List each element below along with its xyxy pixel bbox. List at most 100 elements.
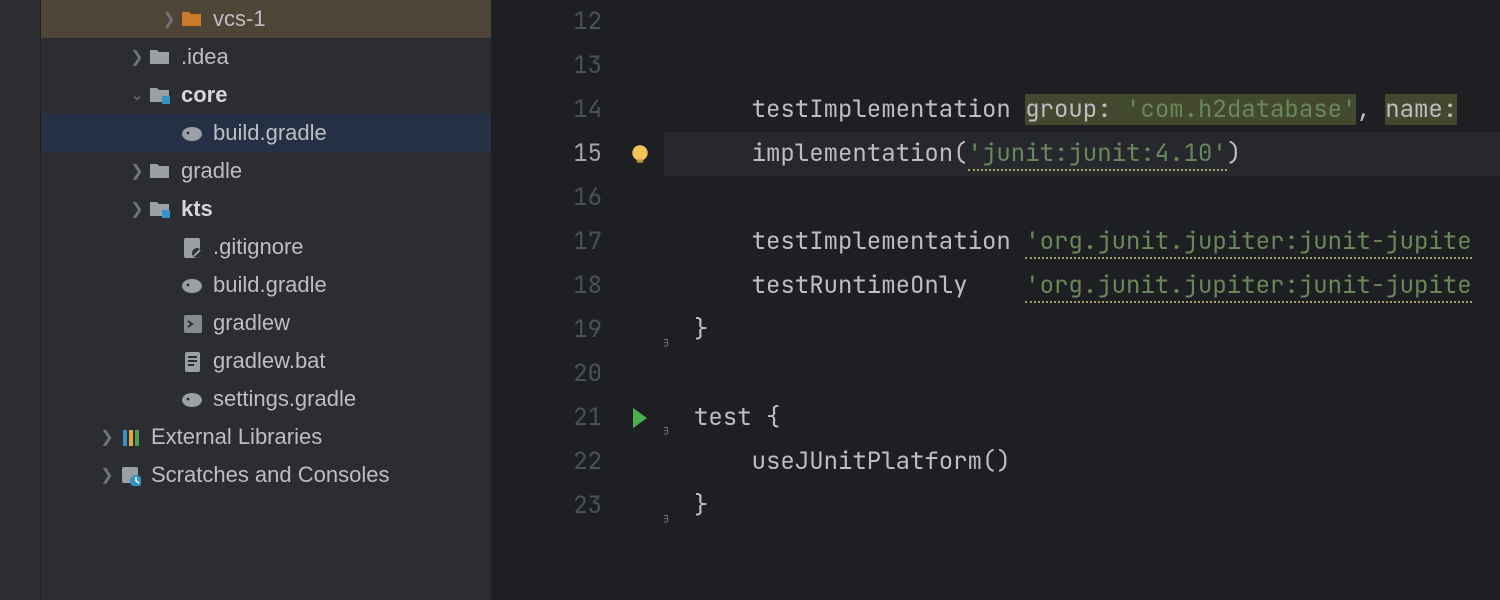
tree-item[interactable]: ❯ vcs-1: [41, 0, 491, 38]
glyph-slot: [616, 176, 664, 220]
tree-item[interactable]: ❯kts: [41, 190, 491, 228]
tree-item-label: vcs-1: [213, 6, 266, 32]
tree-item[interactable]: build.gradle: [41, 266, 491, 304]
code-token: test: [694, 402, 766, 433]
code-line[interactable]: ⊟}: [664, 308, 1500, 352]
line-number: 22: [492, 440, 602, 484]
code-line[interactable]: I: [664, 176, 1500, 220]
line-number: 16: [492, 176, 602, 220]
fold-marker-icon[interactable]: ⊟: [664, 497, 678, 515]
gutter-line[interactable]: 16: [492, 176, 602, 220]
gutter-line[interactable]: 20: [492, 352, 602, 396]
gutter-line[interactable]: 17: [492, 220, 602, 264]
glyph-slot: [616, 0, 664, 44]
code-token: testImplementation: [694, 226, 1025, 257]
gradle-icon: [179, 122, 205, 144]
expand-arrow-icon[interactable]: ❯: [97, 427, 117, 447]
code-token: testImplementation: [694, 94, 1025, 125]
gutter-line[interactable]: 19: [492, 308, 602, 352]
line-number: 14: [492, 88, 602, 132]
glyph-slot: [616, 352, 664, 396]
tree-item-label: gradlew.bat: [213, 348, 326, 374]
code-token: 'junit:junit:4.10': [968, 138, 1227, 171]
line-number: 18: [492, 264, 602, 308]
gradle-icon: [179, 388, 205, 410]
gutter-line[interactable]: 21: [492, 396, 602, 440]
line-number: 13: [492, 44, 602, 88]
code-token: ): [1227, 138, 1241, 169]
gutter-line[interactable]: 12: [492, 0, 602, 44]
tree-item-label: gradle: [181, 158, 242, 184]
gitignore-icon: [179, 236, 205, 258]
tree-item[interactable]: .gitignore: [41, 228, 491, 266]
gutter-line[interactable]: 22: [492, 440, 602, 484]
expand-arrow-icon[interactable]: ❯: [127, 161, 147, 181]
editor-code-area[interactable]: testImplementation group: 'com.h2databas…: [664, 0, 1500, 600]
code-line[interactable]: implementation('junit:junit:4.10'): [664, 132, 1500, 176]
folder-icon: [147, 160, 173, 182]
gutter-line[interactable]: 23: [492, 484, 602, 528]
tree-item-label: settings.gradle: [213, 386, 356, 412]
fold-marker-icon[interactable]: ⊟: [664, 409, 678, 427]
editor[interactable]: 121314151617181920212223 testImplementat…: [492, 0, 1500, 600]
line-number: 15: [492, 132, 602, 176]
code-token: implementation(: [694, 138, 968, 169]
glyph-slot[interactable]: [616, 396, 664, 440]
tree-item[interactable]: ❯External Libraries: [41, 418, 491, 456]
glyph-slot: [616, 308, 664, 352]
tree-item-label: core: [181, 82, 227, 108]
code-token: 'org.junit.jupiter:junit-jupite: [1025, 270, 1471, 303]
tree-item-label: Scratches and Consoles: [151, 462, 389, 488]
expand-arrow-icon[interactable]: ⌄: [127, 85, 147, 105]
code-token: 'com.h2database': [1126, 94, 1356, 125]
code-line[interactable]: testRuntimeOnly 'org.junit.jupiter:junit…: [664, 264, 1500, 308]
tree-item[interactable]: ❯ gradle: [41, 152, 491, 190]
glyph-slot: [616, 440, 664, 484]
tree-item[interactable]: ⌄ core: [41, 76, 491, 114]
gutter-line[interactable]: 15: [492, 132, 602, 176]
line-number: 23: [492, 484, 602, 528]
expand-arrow-icon[interactable]: ❯: [127, 47, 147, 67]
code-token: }: [694, 490, 708, 521]
expand-arrow-icon[interactable]: ❯: [159, 9, 179, 29]
code-line[interactable]: testImplementation 'org.junit.jupiter:ju…: [664, 220, 1500, 264]
editor-gutter[interactable]: 121314151617181920212223: [492, 0, 616, 600]
editor-glyph-margin[interactable]: [616, 0, 664, 600]
code-line[interactable]: [664, 44, 1500, 88]
folder-orange-icon: [179, 8, 205, 30]
gutter-line[interactable]: 14: [492, 88, 602, 132]
project-tree[interactable]: ❯ vcs-1 ❯.idea ⌄ core build.gradle ❯ gradle ❯kts…: [41, 0, 492, 600]
run-gutter-icon[interactable]: [633, 408, 647, 428]
module-icon: [147, 198, 173, 220]
code-line[interactable]: ⊟}: [664, 484, 1500, 528]
glyph-slot[interactable]: [616, 132, 664, 176]
tree-item[interactable]: ❯.idea: [41, 38, 491, 76]
txt-icon: [179, 350, 205, 372]
code-token: group:: [1025, 94, 1126, 125]
tree-item[interactable]: build.gradle: [41, 114, 491, 152]
folder-icon: [147, 46, 173, 68]
code-line[interactable]: [664, 352, 1500, 396]
code-line[interactable]: useJUnitPlatform(): [664, 440, 1500, 484]
code-line[interactable]: [664, 0, 1500, 44]
tree-item-label: build.gradle: [213, 272, 327, 298]
code-token: ,: [1356, 94, 1385, 125]
tree-item[interactable]: gradlew: [41, 304, 491, 342]
tree-item[interactable]: ❯ Scratches and Consoles: [41, 456, 491, 494]
intention-bulb-icon[interactable]: [629, 143, 651, 165]
line-number: 21: [492, 396, 602, 440]
code-line[interactable]: ⊟ test {: [664, 396, 1500, 440]
gutter-line[interactable]: 13: [492, 44, 602, 88]
glyph-slot: [616, 484, 664, 528]
expand-arrow-icon[interactable]: ❯: [97, 465, 117, 485]
gutter-line[interactable]: 18: [492, 264, 602, 308]
line-number: 20: [492, 352, 602, 396]
fold-marker-icon[interactable]: ⊟: [664, 321, 678, 339]
tree-item[interactable]: settings.gradle: [41, 380, 491, 418]
code-token: {: [766, 402, 780, 433]
tree-item[interactable]: gradlew.bat: [41, 342, 491, 380]
expand-arrow-icon[interactable]: ❯: [127, 199, 147, 219]
code-line[interactable]: testImplementation group: 'com.h2databas…: [664, 88, 1500, 132]
code-token: name:: [1385, 94, 1457, 125]
code-token: testRuntimeOnly: [694, 270, 1025, 301]
